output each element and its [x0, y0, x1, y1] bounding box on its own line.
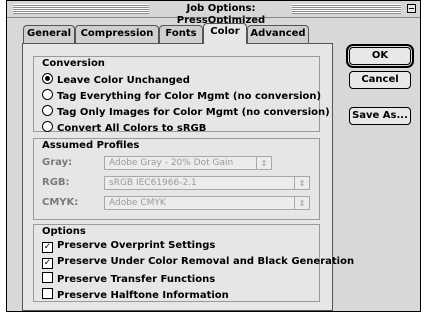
check-preserve-ucr[interactable]: ✓ Preserve Under Color Removal and Black … — [42, 255, 354, 269]
conversion-title: Conversion — [42, 58, 105, 69]
checkbox-checked-icon[interactable]: ✓ — [42, 242, 53, 253]
gray-profile-value: Adobe Gray - 20% Dot Gain — [109, 158, 234, 168]
radio-selected-icon[interactable] — [42, 73, 53, 84]
conversion-group: Conversion Leave Color Unchanged Tag Eve… — [33, 56, 330, 134]
title-stripes-right — [292, 4, 401, 14]
rgb-label: RGB: — [42, 177, 70, 188]
tab-general[interactable]: General — [23, 25, 75, 43]
checkbox-icon[interactable] — [42, 288, 53, 299]
checkbox-label: Preserve Overprint Settings — [57, 240, 216, 251]
checkbox-icon[interactable] — [42, 272, 53, 283]
radio-label: Leave Color Unchanged — [57, 75, 190, 86]
cmyk-profile-select: Adobe CMYK ⇕ — [104, 196, 310, 210]
cmyk-label: CMYK: — [42, 197, 79, 208]
radio-icon[interactable] — [42, 105, 53, 116]
tab-advanced[interactable]: Advanced — [247, 25, 309, 43]
save-as-button[interactable]: Save As... — [349, 107, 411, 125]
rgb-profile-select: sRGB IEC61966-2.1 ⇕ — [104, 176, 310, 190]
radio-icon[interactable] — [42, 89, 53, 100]
radio-tag-everything[interactable]: Tag Everything for Color Mgmt (no conver… — [42, 88, 321, 102]
checkbox-label: Preserve Under Color Removal and Black G… — [57, 256, 355, 267]
tab-color[interactable]: Color — [203, 23, 247, 44]
title-bar[interactable]: Job Options: PressOptimized — [7, 1, 420, 26]
check-preserve-overprint[interactable]: ✓ Preserve Overprint Settings — [42, 239, 215, 253]
radio-label: Tag Everything for Color Mgmt (no conver… — [57, 91, 322, 102]
checkbox-checked-icon[interactable]: ✓ — [42, 258, 53, 269]
cancel-button[interactable]: Cancel — [349, 71, 411, 89]
popup-arrow-icon: ⇕ — [256, 157, 271, 169]
job-options-dialog: Job Options: PressOptimized General Comp… — [6, 0, 421, 312]
options-group: Options ✓ Preserve Overprint Settings ✓ Pr… — [33, 224, 354, 302]
radio-leave-unchanged[interactable]: Leave Color Unchanged — [42, 72, 190, 86]
title-stripes-left — [13, 4, 149, 14]
tab-compression[interactable]: Compression — [75, 25, 159, 43]
profiles-title: Assumed Profiles — [42, 140, 140, 151]
options-title: Options — [42, 226, 86, 237]
assumed-profiles-group: Assumed Profiles Gray: Adobe Gray - 20% … — [33, 138, 320, 220]
checkbox-label: Preserve Halftone Information — [57, 290, 229, 301]
popup-arrow-icon: ⇕ — [294, 197, 309, 209]
tab-fonts[interactable]: Fonts — [159, 25, 203, 43]
gray-label: Gray: — [42, 157, 73, 168]
check-preserve-halftone[interactable]: Preserve Halftone Information — [42, 287, 229, 301]
radio-icon[interactable] — [42, 121, 53, 132]
radio-label: Convert All Colors to sRGB — [57, 123, 207, 134]
cmyk-profile-value: Adobe CMYK — [109, 198, 166, 208]
ok-button[interactable]: OK — [346, 44, 414, 68]
check-preserve-transfer[interactable]: Preserve Transfer Functions — [42, 271, 215, 285]
popup-arrow-icon: ⇕ — [294, 177, 309, 189]
radio-tag-images[interactable]: Tag Only Images for Color Mgmt (no conve… — [42, 104, 330, 118]
radio-label: Tag Only Images for Color Mgmt (no conve… — [57, 107, 330, 118]
checkbox-label: Preserve Transfer Functions — [57, 274, 216, 285]
radio-convert-srgb[interactable]: Convert All Colors to sRGB — [42, 120, 206, 134]
zoom-box-icon[interactable] — [407, 4, 416, 13]
rgb-profile-value: sRGB IEC61966-2.1 — [109, 178, 197, 188]
color-tab-panel: Conversion Leave Color Unchanged Tag Eve… — [22, 43, 354, 311]
gray-profile-select: Adobe Gray - 20% Dot Gain ⇕ — [104, 156, 272, 170]
